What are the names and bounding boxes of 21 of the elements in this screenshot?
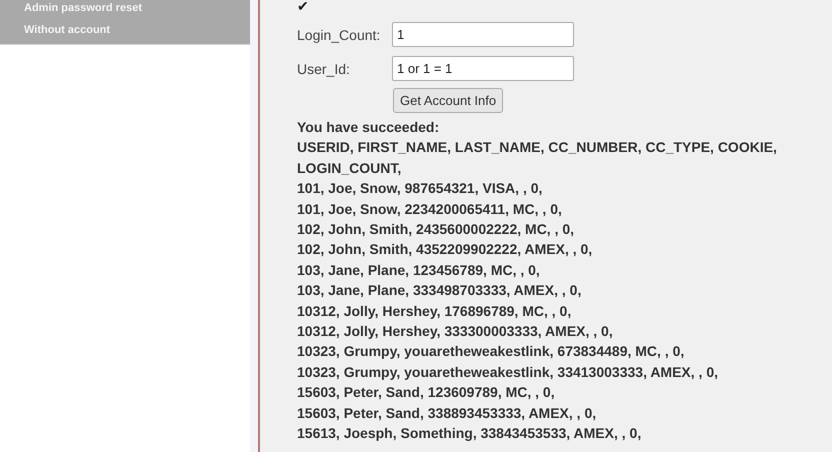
result-line: 101, Joe, Snow, 2234200065411, MC, , 0,	[297, 200, 563, 219]
result-line: 103, Jane, Plane, 123456789, MC, , 0,	[297, 260, 541, 280]
result-line: 10312, Jolly, Hershey, 333300003333, AMEX, , 0,	[297, 322, 614, 342]
input-field[interactable]: 1 or 1 = 1	[392, 56, 574, 81]
result-line: 101, Joe, Snow, 987654321, VISA, , 0,	[297, 179, 544, 198]
field-label: User_Id:	[297, 60, 351, 76]
result-line: 102, John, Smith, 4352209902222, AMEX, , 0,	[297, 240, 594, 260]
result-heading: You have succeeded:	[297, 118, 440, 137]
result-line: USERID, FIRST_NAME, LAST_NAME, CC_NUMBER, CC_TYPE, COOKIE, LOGIN_COUNT,	[297, 138, 778, 178]
result-line: 103, Jane, Plane, 333498703333, AMEX, , 0,	[297, 281, 582, 300]
result-line: 10323, Grumpy, youaretheweakestlink, 33413003333, AMEX, , 0,	[297, 362, 720, 382]
get-account-info-button[interactable]: Get Account Info	[393, 88, 504, 113]
result-line: 15613, Joesph, Something, 33843453533, AMEX, , 0,	[297, 424, 642, 444]
input-field[interactable]: 1	[392, 22, 574, 47]
result-line: 15603, Peter, Sand, 338893453333, AMEX, , 0,	[297, 404, 598, 423]
result-line: 10312, Jolly, Hershey, 176896789, MC, , 0,	[297, 302, 572, 321]
result-line: 10323, Grumpy, youaretheweakestlink, 673834489, MC, , 0,	[297, 342, 686, 362]
field-label: Login_Count:	[297, 26, 382, 42]
result-line: 15603, Peter, Sand, 123609789, MC, , 0,	[297, 383, 556, 402]
result-line: 102, John, Smith, 2435600002222, MC, , 0,	[297, 220, 576, 240]
check-icon: ✔	[297, 0, 309, 22]
